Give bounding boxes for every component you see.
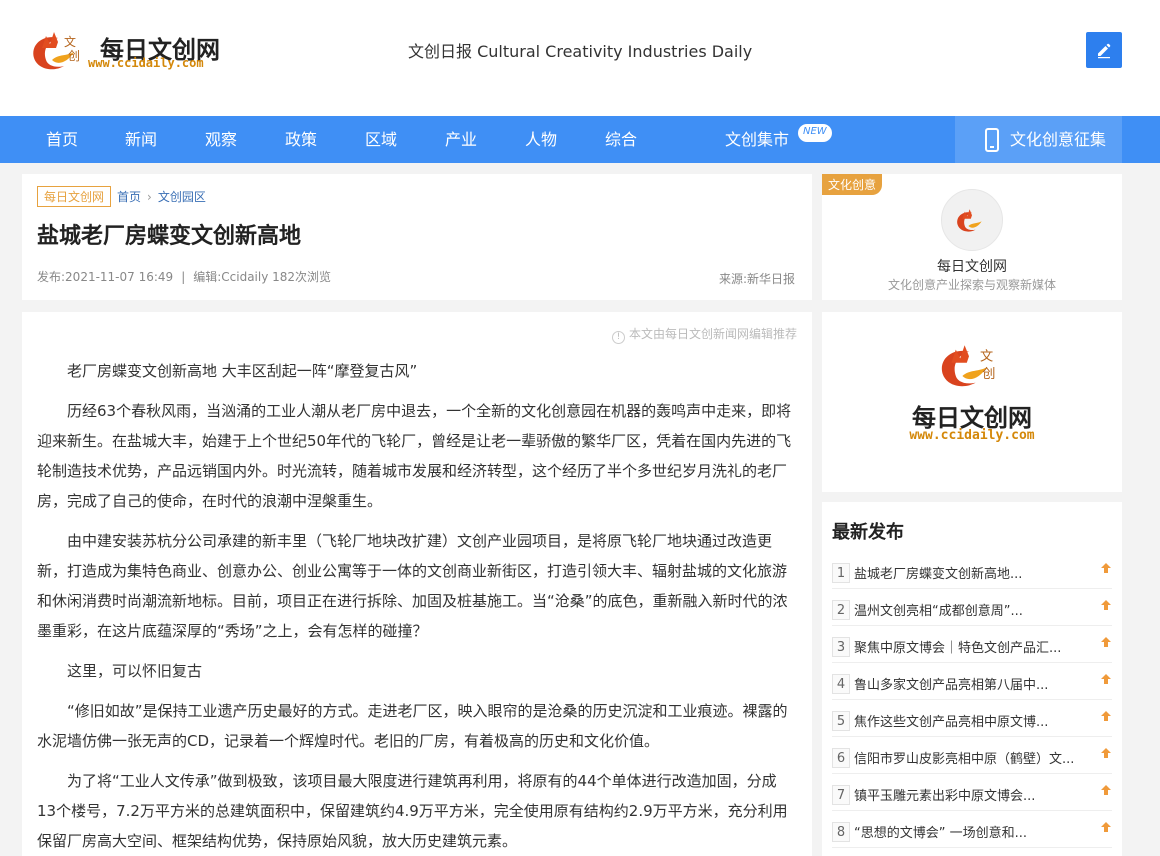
up-arrow-icon — [1101, 711, 1111, 721]
nav-item-news[interactable]: 新闻 — [125, 116, 157, 163]
svg-text:创: 创 — [982, 366, 995, 382]
article-body: 老厂房蝶变文创新高地 大丰区刮起一阵“摩登复古风” 历经63个春秋风雨，当汹涌的… — [37, 356, 795, 856]
svg-text:文: 文 — [980, 349, 993, 365]
list-item-number: 5 — [832, 711, 850, 731]
article-paragraph: “修旧如故”是保持工业遗产历史最好的方式。走进老厂区，映入眼帘的是沧桑的历史沉淀… — [37, 702, 788, 750]
logo-mark-icon: 文 创 — [33, 32, 80, 70]
list-item-number: 6 — [832, 748, 850, 768]
site-logo[interactable]: 文 创 每日文创网 www.ccidaily.com — [28, 26, 228, 76]
nav-item-observe[interactable]: 观察 — [205, 116, 237, 163]
avatar[interactable] — [941, 189, 1003, 251]
nav-item-general[interactable]: 综合 — [605, 116, 637, 163]
edit-button[interactable] — [1086, 32, 1122, 68]
list-item[interactable]: 8 “思想的文博会” 一场创意和... — [832, 811, 1112, 848]
list-item[interactable]: 7 镇平玉雕元素出彩中原文博会... — [832, 774, 1112, 811]
phone-icon — [985, 128, 999, 152]
list-item-title[interactable]: 聚焦中原文博会｜特色文创产品汇... — [854, 637, 1061, 656]
article-paragraph: 这里，可以怀旧复古 — [67, 662, 203, 680]
list-item-title[interactable]: 镇平玉雕元素出彩中原文博会... — [854, 785, 1035, 804]
nav-item-people[interactable]: 人物 — [525, 116, 557, 163]
profile-description: 文化创意产业探索与观察新媒体 — [887, 278, 1056, 292]
list-item[interactable]: 2 温州文创亮相“成都创意周”... — [832, 589, 1112, 626]
article-paragraph: 老厂房蝶变文创新高地 大丰区刮起一阵“摩登复古风” — [67, 362, 418, 380]
article-paragraph: 历经63个春秋风雨，当汹涌的工业人潮从老厂房中退去，一个全新的文化创意园在机器的… — [37, 402, 792, 510]
up-arrow-icon — [1101, 563, 1111, 573]
profile-name: 每日文创网 — [937, 259, 1007, 275]
nav-culture-collect[interactable]: 文化创意征集 — [955, 116, 1122, 163]
list-item-number: 4 — [832, 674, 850, 694]
list-item-title[interactable]: 信阳市罗山皮影亮相中原（鹤壁）文... — [854, 748, 1074, 767]
logo-mark-icon — [957, 209, 982, 232]
list-item-number: 8 — [832, 822, 850, 842]
profile-tag: 文化创意 — [822, 174, 883, 195]
list-item-number: 1 — [832, 563, 850, 583]
nav-item-market[interactable]: 文创集市 — [725, 116, 789, 163]
list-item[interactable]: 5 焦作这些文创产品亮相中原文博... — [832, 700, 1112, 737]
svg-text:文: 文 — [64, 34, 76, 49]
breadcrumb: 每日文创网 首页 › 文创园区 — [37, 186, 206, 207]
brand-url: www.ccidaily.com — [88, 56, 204, 70]
breadcrumb-separator: › — [147, 190, 152, 204]
latest-title: 最新发布 — [832, 522, 904, 543]
info-icon: ! — [611, 331, 625, 344]
new-badge: NEW — [798, 124, 832, 142]
meta-separator: | — [181, 270, 186, 284]
breadcrumb-category[interactable]: 文创园区 — [158, 190, 206, 204]
up-arrow-icon — [1101, 822, 1111, 832]
article-paragraph: 由中建安装苏杭分公司承建的新丰里（飞轮厂地块改扩建）文创产业园项目，是将原飞轮厂… — [37, 532, 788, 640]
sidebar-latest-card: 最新发布 1 盐城老厂房蝶变文创新高地... 2 温州文创亮相“成都创意周”... 3 聚… — [822, 502, 1122, 856]
article-paragraph: 为了将“工业人文传承”做到极致，该项目最大限度进行建筑再利用，将原有的44个单体… — [37, 772, 788, 850]
list-item-number: 7 — [832, 785, 850, 805]
list-item[interactable]: 6 信阳市罗山皮影亮相中原（鹤壁）文... — [832, 737, 1112, 774]
list-item[interactable]: 1 盐城老厂房蝶变文创新高地... — [832, 552, 1112, 589]
sidebar-profile-card: 文化创意 每日文创网 文化创意产业探索与观察新媒体 — [822, 174, 1122, 300]
main-nav: 首页 新闻 观察 政策 区域 产业 人物 综合 文创集市 NEW 文化创意征集 — [0, 116, 1160, 163]
breadcrumb-home[interactable]: 首页 — [117, 190, 141, 204]
logo-mark-icon: 文 创 — [941, 345, 995, 387]
site-header: 文 创 每日文创网 www.ccidaily.com 文创日报 Cultural… — [0, 0, 1160, 116]
recommend-notice-text: 本文由每日文创新闻网编辑推荐 — [628, 327, 797, 341]
list-item[interactable]: 3 聚焦中原文博会｜特色文创产品汇... — [832, 626, 1112, 663]
up-arrow-icon — [1101, 748, 1111, 758]
publish-date: 发布:2021-11-07 16:49 — [37, 270, 174, 284]
up-arrow-icon — [1101, 674, 1111, 684]
list-item[interactable]: 4 鲁山多家文创产品亮相第八届中... — [832, 663, 1112, 700]
list-item-number: 3 — [832, 637, 850, 657]
nav-item-industry[interactable]: 产业 — [445, 116, 477, 163]
nav-item-region[interactable]: 区域 — [365, 116, 397, 163]
list-item-number: 2 — [832, 600, 850, 620]
list-item-title[interactable]: 鲁山多家文创产品亮相第八届中... — [854, 674, 1048, 693]
site-tagline: 文创日报 Cultural Creativity Industries Dail… — [408, 42, 753, 61]
article-header-card: 每日文创网 首页 › 文创园区 盐城老厂房蝶变文创新高地 发布:2021-11-07 … — [22, 174, 812, 300]
up-arrow-icon — [1101, 785, 1111, 795]
article-body-card: ! 本文由每日文创新闻网编辑推荐 老厂房蝶变文创新高地 大丰区刮起一阵“摩登复古风… — [22, 312, 812, 856]
sidebar-logo-card: 文 创 每日文创网 www.ccidaily.com — [822, 312, 1122, 492]
article-title: 盐城老厂房蝶变文创新高地 — [37, 224, 302, 249]
pencil-icon — [1098, 43, 1111, 59]
up-arrow-icon — [1101, 600, 1111, 610]
list-item-title[interactable]: “思想的文博会” 一场创意和... — [854, 822, 1027, 841]
article-meta: 发布:2021-11-07 16:49 | 编辑:Ccidaily 182次浏览 — [37, 268, 331, 285]
up-arrow-icon — [1101, 637, 1111, 647]
nav-culture-collect-label: 文化创意征集 — [1010, 130, 1107, 149]
nav-item-policy[interactable]: 政策 — [285, 116, 317, 163]
nav-item-home[interactable]: 首页 — [46, 116, 78, 163]
list-item-title[interactable]: 焦作这些文创产品亮相中原文博... — [854, 711, 1048, 730]
list-item-title[interactable]: 温州文创亮相“成都创意周”... — [854, 600, 1023, 619]
list-item-title[interactable]: 盐城老厂房蝶变文创新高地... — [854, 563, 1022, 582]
sidebar-brand-url: www.ccidaily.com — [909, 428, 1035, 443]
breadcrumb-brand[interactable]: 每日文创网 — [37, 186, 112, 207]
svg-text:创: 创 — [68, 49, 80, 63]
editor-views: 编辑:Ccidaily 182次浏览 — [193, 270, 332, 284]
article-source: 来源:新华日报 — [718, 272, 795, 286]
recommend-notice: ! 本文由每日文创新闻网编辑推荐 — [611, 325, 797, 344]
